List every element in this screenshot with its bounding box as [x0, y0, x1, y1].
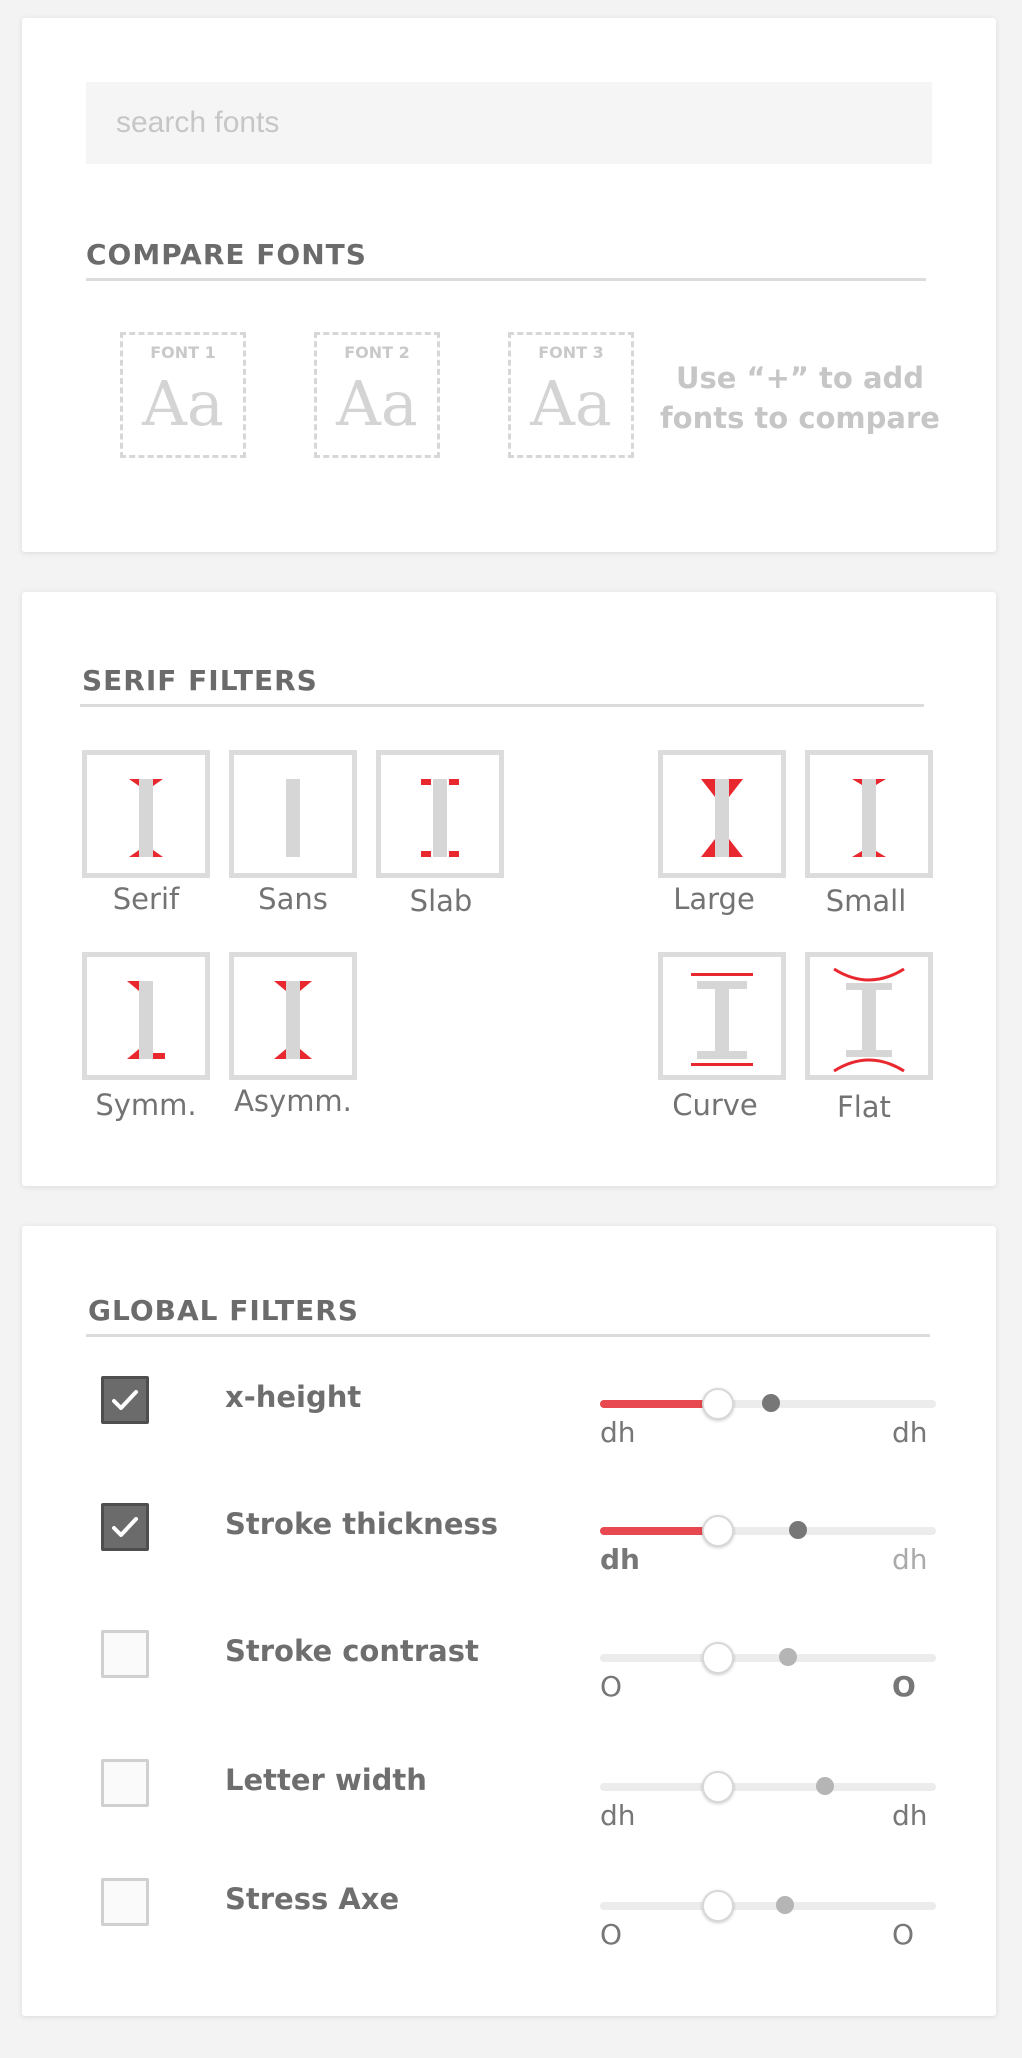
slider-max-label: O: [892, 1918, 915, 1951]
filter-label: Stress Axe: [225, 1882, 400, 1916]
filter-slider-fill: [600, 1527, 718, 1535]
compare-slot-2[interactable]: FONT 2 Aa: [314, 332, 440, 458]
filter-label: Stroke thickness: [225, 1507, 499, 1541]
filter-slider-track[interactable]: [600, 1394, 936, 1412]
checkmark-icon: [112, 1517, 138, 1537]
slot-label: FONT 1: [150, 343, 216, 362]
filter-label-asymmetric: Asymm.: [234, 1084, 352, 1118]
slider-min-label: dh: [600, 1799, 636, 1832]
slider-min-label: dh: [600, 1543, 640, 1576]
filter-checkbox[interactable]: [101, 1630, 149, 1678]
flat-serif-icon: [833, 967, 905, 1073]
compare-fonts-title: COMPARE FONTS: [86, 238, 367, 271]
serif-filter-symmetric[interactable]: [82, 952, 210, 1080]
filter-slider-thumb[interactable]: [701, 1388, 734, 1420]
slider-max-label: dh: [892, 1416, 928, 1449]
filter-label: Stroke contrast: [225, 1634, 479, 1668]
compare-slot-1[interactable]: FONT 1 Aa: [120, 332, 246, 458]
compare-hint: Use “+” to add fonts to compare: [650, 358, 950, 438]
filter-slider-thumb[interactable]: [701, 1771, 734, 1803]
global-filters-card: [22, 1226, 996, 2016]
filter-checkbox[interactable]: [101, 1503, 149, 1551]
filter-label: Letter width: [225, 1763, 427, 1797]
filter-label: x-height: [225, 1380, 362, 1414]
large-serif-icon: [701, 779, 743, 857]
compare-divider: [86, 278, 926, 281]
compare-slot-3[interactable]: FONT 3 Aa: [508, 332, 634, 458]
filter-slider-thumb[interactable]: [701, 1642, 734, 1674]
serif-filter-flat[interactable]: [805, 952, 933, 1080]
serif-filter-curve[interactable]: [658, 952, 786, 1080]
filter-checkbox[interactable]: [101, 1878, 149, 1926]
filter-slider-marker: [816, 1777, 835, 1795]
filter-checkbox[interactable]: [101, 1759, 149, 1807]
serif-filter-serif[interactable]: [82, 750, 210, 878]
filter-slider-fill: [600, 1400, 718, 1408]
slider-max-label: dh: [892, 1799, 928, 1832]
filter-slider-track[interactable]: [600, 1648, 936, 1666]
slab-glyph-icon: [421, 779, 459, 857]
serif-filter-large[interactable]: [658, 750, 786, 878]
filter-slider-thumb[interactable]: [701, 1890, 734, 1922]
slider-min-label: dh: [600, 1416, 636, 1449]
filter-label-flat: Flat: [837, 1090, 891, 1124]
filter-slider-track[interactable]: [600, 1521, 936, 1539]
global-filters-title: GLOBAL FILTERS: [88, 1294, 359, 1327]
symmetric-serif-icon: [127, 981, 165, 1059]
filter-label-large: Large: [673, 882, 755, 916]
serif-filter-asymmetric[interactable]: [229, 952, 357, 1080]
filter-checkbox[interactable]: [101, 1376, 149, 1424]
slider-min-label: O: [600, 1918, 623, 1951]
filter-label-symmetric: Symm.: [95, 1088, 197, 1122]
asymmetric-serif-icon: [274, 981, 312, 1059]
serif-glyph-icon: [129, 779, 163, 857]
sans-glyph-icon: [286, 779, 300, 857]
serif-filter-sans[interactable]: [229, 750, 357, 878]
filter-label-sans: Sans: [258, 882, 328, 916]
filter-slider-track[interactable]: [600, 1896, 936, 1914]
slot-sample: Aa: [530, 367, 612, 440]
slot-sample: Aa: [142, 367, 224, 440]
filter-label-small: Small: [825, 884, 907, 918]
checkmark-icon: [112, 1390, 138, 1410]
curve-serif-icon: [691, 973, 753, 1066]
slot-sample: Aa: [336, 367, 418, 440]
filter-slider-marker: [775, 1896, 794, 1914]
slot-label: FONT 2: [344, 343, 410, 362]
slot-label: FONT 3: [538, 343, 604, 362]
filter-label-slab: Slab: [409, 884, 473, 918]
slider-max-label: O: [892, 1670, 916, 1703]
serif-filters-title: SERIF FILTERS: [82, 664, 318, 697]
serif-filters-divider: [80, 704, 924, 707]
filter-label-curve: Curve: [672, 1088, 758, 1122]
small-serif-icon: [852, 779, 886, 857]
compare-hint-line-1: Use “+” to add: [675, 361, 925, 395]
global-filters-divider: [86, 1334, 930, 1337]
filter-slider-track[interactable]: [600, 1777, 936, 1795]
search-input[interactable]: [86, 82, 932, 164]
slider-max-label: dh: [892, 1543, 928, 1576]
filter-slider-thumb[interactable]: [701, 1515, 734, 1547]
compare-hint-line-2: fonts to compare: [660, 401, 940, 435]
serif-filter-slab[interactable]: [376, 750, 504, 878]
serif-filter-small[interactable]: [805, 750, 933, 878]
filter-label-serif: Serif: [112, 882, 180, 916]
slider-min-label: O: [600, 1670, 623, 1703]
